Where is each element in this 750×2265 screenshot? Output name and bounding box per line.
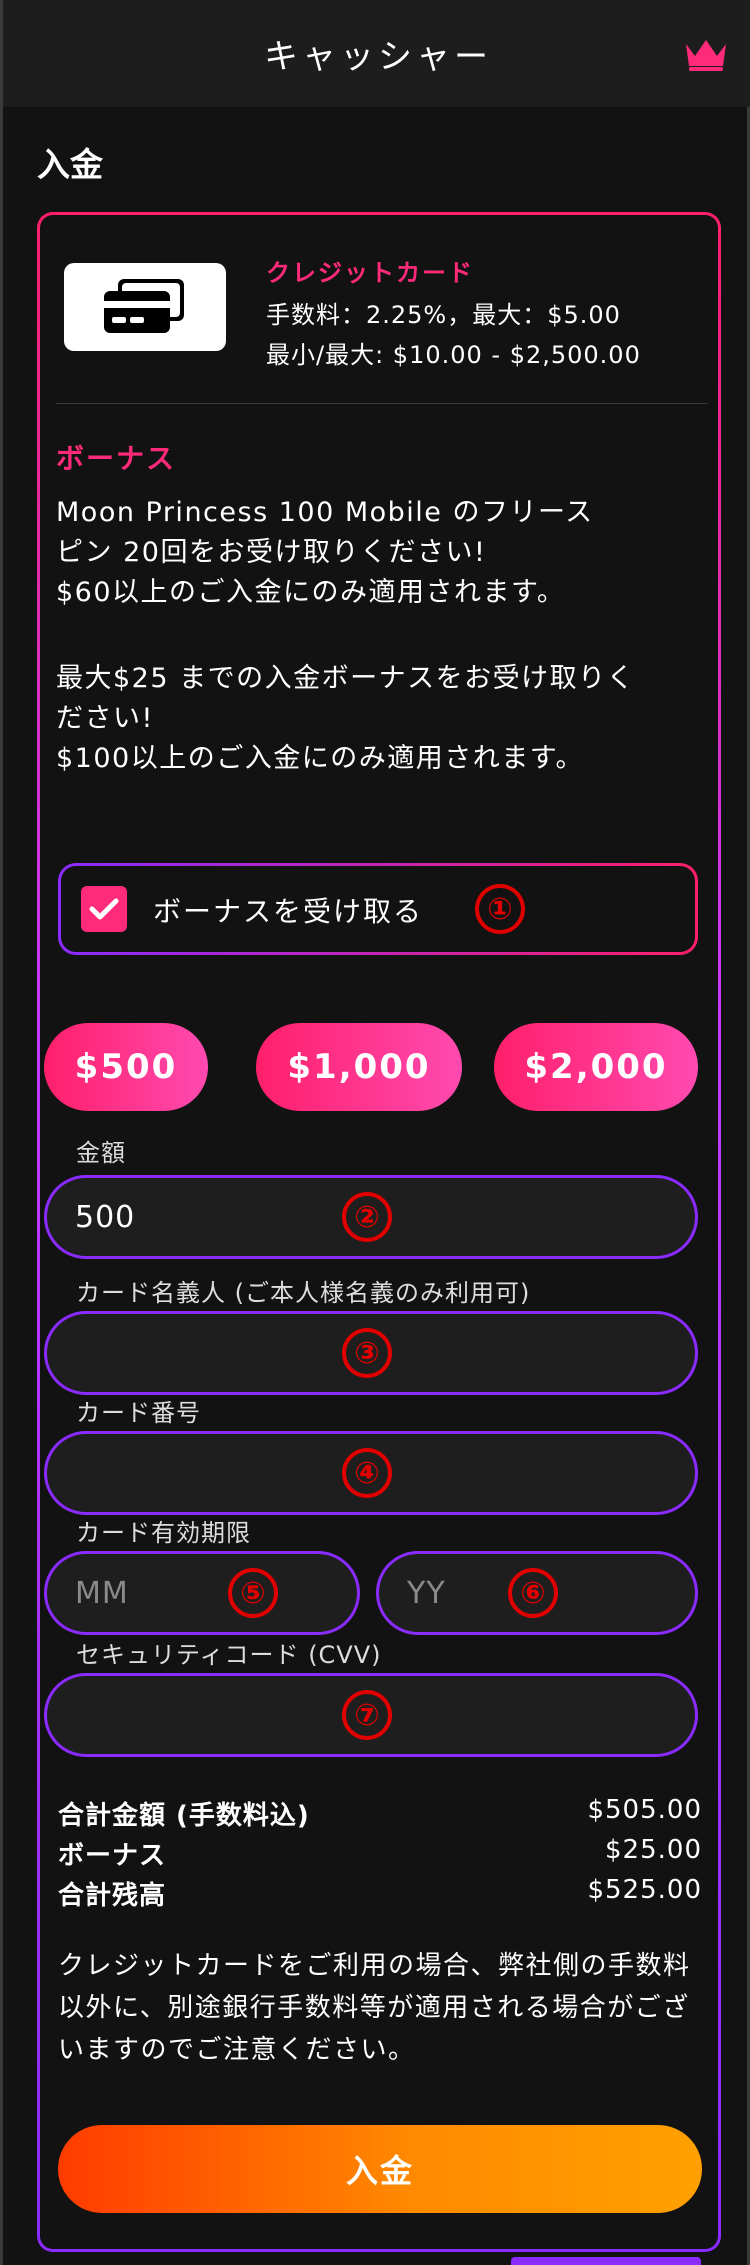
summary-row-total: 合計金額 (手数料込) $505.00 bbox=[58, 1795, 702, 1831]
bonus-text-line6: $100以上のご入金にのみ適用されます。 bbox=[56, 743, 585, 774]
checkbox[interactable] bbox=[81, 886, 127, 932]
expiry-month-placeholder: MM bbox=[75, 1575, 129, 1611]
annotation-marker-7: ⑦ bbox=[342, 1690, 392, 1740]
summary-value: $525.00 bbox=[587, 1875, 702, 1905]
credit-card-icon bbox=[64, 263, 226, 351]
accept-bonus-label: ボーナスを受け取る bbox=[153, 895, 424, 928]
deposit-panel: クレジットカード 手数料：2.25%，最大：$5.00 最小/最大: $10.0… bbox=[37, 212, 721, 2252]
accept-bonus-checkbox[interactable]: ボーナスを受け取る ① bbox=[58, 863, 698, 955]
amount-value: 500 bbox=[75, 1199, 136, 1235]
quick-amount-500-button[interactable]: $500 bbox=[44, 1023, 208, 1111]
bonus-text-line5: ださい! bbox=[56, 703, 154, 734]
card-expiry-label: カード有効期限 bbox=[76, 1519, 251, 1547]
section-title: 入金 bbox=[37, 145, 103, 184]
cashier-screen: キャッシャー 入金 クレジットカード 手数料：2.25%，最大：$5.00 最小… bbox=[0, 0, 750, 2265]
summary-label: 合計残高 bbox=[58, 1881, 167, 1911]
top-bar: キャッシャー bbox=[3, 0, 750, 107]
crown-icon[interactable] bbox=[683, 36, 729, 72]
bonus-text-line4: 最大$25 までの入金ボーナスをお受け取りく bbox=[56, 663, 636, 694]
quick-amount-2000-button[interactable]: $2,000 bbox=[494, 1023, 698, 1111]
summary-label: 合計金額 (手数料込) bbox=[58, 1801, 310, 1831]
quick-amount-1000-button[interactable]: $1,000 bbox=[256, 1023, 462, 1111]
payment-method-limits: 最小/最大: $10.00 - $2,500.00 bbox=[266, 341, 641, 369]
amount-label: 金額 bbox=[76, 1139, 126, 1167]
divider bbox=[56, 403, 708, 404]
annotation-marker-2: ② bbox=[342, 1192, 392, 1242]
summary-value: $505.00 bbox=[587, 1795, 702, 1825]
card-number-label: カード番号 bbox=[76, 1399, 201, 1427]
bonus-title: ボーナス bbox=[56, 442, 177, 475]
expiry-month-input[interactable]: MM bbox=[44, 1551, 360, 1635]
summary-label: ボーナス bbox=[58, 1841, 167, 1871]
bank-fee-notice: クレジットカードをご利用の場合、弊社側の手数料以外に、別途銀行手数料等が適用され… bbox=[58, 1951, 691, 2065]
annotation-marker-4: ④ bbox=[342, 1448, 392, 1498]
bonus-text-line1: Moon Princess 100 Mobile のフリース bbox=[56, 497, 594, 528]
cvv-label: セキュリティコード (CVV) bbox=[76, 1641, 382, 1669]
summary-row-balance: 合計残高 $525.00 bbox=[58, 1875, 702, 1911]
summary-value: $25.00 bbox=[605, 1835, 702, 1865]
bonus-text-line3: $60以上のご入金にのみ適用されます。 bbox=[56, 577, 566, 608]
check-icon bbox=[89, 898, 119, 920]
deposit-button[interactable]: 入金 bbox=[58, 2125, 702, 2213]
card-holder-label: カード名義人 (ご本人様名義のみ利用可) bbox=[76, 1279, 531, 1307]
bonus-text-line2: ピン 20回をお受け取りください! bbox=[56, 537, 487, 568]
annotation-marker-5: ⑤ bbox=[228, 1568, 278, 1618]
page-title: キャッシャー bbox=[264, 37, 492, 77]
annotation-marker-6: ⑥ bbox=[508, 1568, 558, 1618]
payment-method-name: クレジットカード bbox=[266, 259, 474, 287]
payment-method-fee: 手数料：2.25%，最大：$5.00 bbox=[266, 301, 621, 329]
expiry-year-placeholder: YY bbox=[407, 1575, 446, 1611]
annotation-marker-3: ③ bbox=[342, 1328, 392, 1378]
scroll-indicator bbox=[511, 2257, 701, 2265]
annotation-marker-1: ① bbox=[475, 884, 525, 934]
summary-row-bonus: ボーナス $25.00 bbox=[58, 1835, 702, 1871]
